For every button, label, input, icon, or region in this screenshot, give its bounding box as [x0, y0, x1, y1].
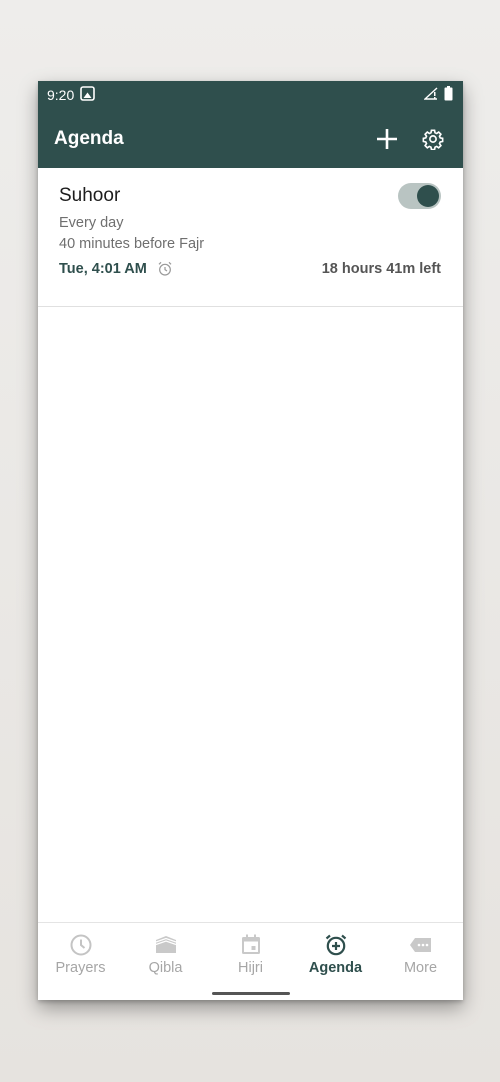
nav-label: Agenda [308, 960, 363, 976]
clock-icon [70, 934, 91, 956]
nav-label: Hijri [238, 960, 263, 976]
nav-label: More [403, 960, 438, 976]
nav-item-qibla[interactable]: Qibla [123, 923, 208, 1000]
kaaba-icon [155, 936, 176, 953]
alarm-offset: 40 minutes before Fajr [59, 236, 205, 252]
toolbar: Agenda [38, 109, 463, 168]
app-header: 9:20 Agenda [38, 81, 463, 168]
battery-icon [444, 86, 453, 104]
nav-item-hijri[interactable]: Hijri [208, 923, 293, 1000]
nav-item-agenda[interactable]: Agenda [293, 923, 378, 1000]
page-title: Agenda [54, 127, 124, 149]
status-bar: 9:20 [38, 81, 463, 109]
add-alarm-button[interactable] [371, 123, 403, 155]
alarm-clock-icon [157, 261, 173, 277]
alarm-card[interactable]: Suhoor Every day 40 minutes before Fajr … [38, 168, 463, 307]
settings-button[interactable] [417, 123, 449, 155]
alarm-next-time: Tue, 4:01 AM [59, 261, 147, 277]
plus-icon [377, 128, 397, 149]
home-indicator[interactable] [211, 992, 290, 995]
bottom-nav: Prayers Qibla Hijri Agenda More [38, 922, 463, 1000]
image-notification-icon [80, 86, 96, 104]
nav-label: Qibla [148, 960, 183, 976]
alarm-toggle[interactable] [398, 183, 441, 209]
alarm-repeat: Every day [59, 215, 124, 231]
gear-icon [422, 128, 444, 150]
signal-icon [423, 87, 438, 103]
alarm-add-icon [325, 934, 346, 956]
nav-item-more[interactable]: More [378, 923, 463, 1000]
phone-screen: 9:20 Agenda Suhoor Every day 40 minutes … [38, 81, 463, 1000]
more-tag-icon [409, 938, 431, 952]
status-time: 9:20 [47, 87, 75, 103]
alarm-remaining: 18 hours 41m left [321, 261, 441, 277]
nav-label: Prayers [55, 960, 106, 976]
nav-item-prayers[interactable]: Prayers [38, 923, 123, 1000]
calendar-icon [241, 934, 260, 954]
alarm-title: Suhoor [59, 185, 121, 206]
